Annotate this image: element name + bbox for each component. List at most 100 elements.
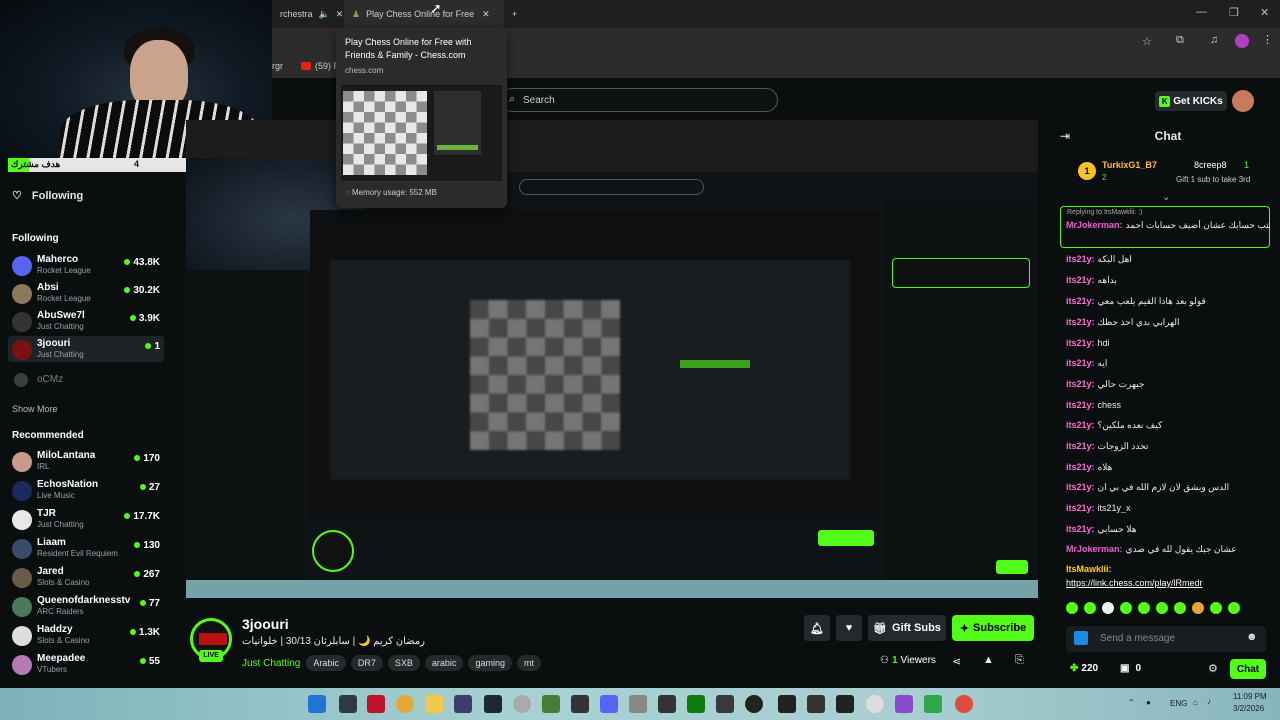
menu-icon[interactable]: ⋮ [1262,33,1273,46]
sidebar-following-nav[interactable]: ♡ Following [12,189,83,203]
app-icon[interactable] [895,695,913,713]
app-icon[interactable] [542,695,560,713]
chat-username[interactable]: its21y: [1066,338,1095,348]
kick-points[interactable]: ✤ 220 [1070,663,1098,674]
clock-time[interactable]: 11:09 PM [1233,692,1267,701]
app-icon[interactable] [716,695,734,713]
report-icon[interactable]: ▲ [983,654,994,666]
expand-leaderboard-icon[interactable]: ⌄ [1162,192,1170,203]
show-more-link[interactable]: Show More [12,404,58,414]
tray-icon[interactable]: ● [1146,698,1151,707]
tag-dr7[interactable]: DR7 [350,655,383,671]
volume-icon[interactable]: ♪ [1207,697,1211,706]
app-icon[interactable] [658,695,676,713]
app-icon[interactable] [571,695,589,713]
tab-orchestra[interactable]: rchestra 🔈 ✕ [272,0,343,28]
app-icon[interactable] [513,695,531,713]
sidebar-item-echosnation[interactable]: EchosNation Live Music 27 [12,477,164,503]
chat-username[interactable]: its21y: [1066,275,1095,285]
emote-icon[interactable] [1210,602,1222,614]
profile-icon[interactable] [1235,34,1249,48]
chat-username[interactable]: its21y: [1066,379,1095,389]
extensions-icon[interactable]: ⧉ [1176,34,1184,47]
emote-icon[interactable] [1192,602,1204,614]
channel-title[interactable]: 3joouri [242,616,289,632]
chat-input[interactable]: Send a message ☻ [1066,626,1266,652]
clock-date[interactable]: 3/2/2026 [1233,704,1264,713]
unreal-icon[interactable] [866,695,884,713]
chat-username[interactable]: its21y: [1066,317,1095,327]
tag-mt[interactable]: mt [516,655,541,671]
notification-bell-button[interactable]: 🔔︎ [804,615,830,641]
game-icon[interactable] [454,695,472,713]
chat-username[interactable]: MrJokerman: [1066,220,1123,230]
xbox-icon[interactable] [687,695,705,713]
chat-username[interactable]: its21y: [1066,524,1095,534]
tag-arabic[interactable]: Arabic [306,655,346,671]
chat-username[interactable]: its21y: [1066,482,1095,492]
tag-gaming[interactable]: gaming [468,655,512,671]
leaderboard-first[interactable]: TurkixG1_B7 [1102,160,1157,170]
sidebar-item-liaam[interactable]: Liaam Resident Evil Requiem 130 [12,535,164,561]
tiktok-icon[interactable] [367,695,385,713]
app-icon[interactable] [745,695,763,713]
media-icon[interactable]: ♫ [1210,34,1218,46]
chat-username[interactable]: its21y: [1066,296,1095,306]
chat-settings-icon[interactable]: ⚙ [1208,662,1218,675]
bookmark-star-icon[interactable]: ☆ [1142,35,1152,48]
chat-username[interactable]: its21y: [1066,441,1095,451]
steam-icon[interactable] [484,695,502,713]
chat-username[interactable]: its21y: [1066,420,1095,430]
restore-icon[interactable]: ❐ [1229,6,1239,19]
sidebar-item-milolantana[interactable]: MiloLantana IRL 170 [12,448,164,474]
sidebar-item-jared[interactable]: Jared Slots & Casino 267 [12,564,164,590]
app-icon[interactable] [924,695,942,713]
chat-username[interactable]: its21y: [1066,400,1095,410]
emote-icon[interactable] [1084,602,1096,614]
follow-button[interactable]: ♥ [836,615,862,641]
tag-arabic-lower[interactable]: arabic [424,655,464,671]
leaderboard-second[interactable]: 8creep8 [1194,160,1227,170]
language-indicator[interactable]: ENG [1170,699,1187,708]
emote-icon[interactable] [1120,602,1132,614]
chat-send-button[interactable]: Chat [1230,659,1266,679]
chat-username[interactable]: MrJokerman: [1066,544,1123,554]
file-explorer-icon[interactable] [425,695,443,713]
close-window-icon[interactable]: ✕ [1260,6,1269,19]
epic-games-icon[interactable] [778,695,796,713]
chat-username[interactable]: its21y: [1066,503,1095,513]
video-player[interactable] [186,120,1038,598]
clip-icon[interactable]: ⎘ [1015,654,1024,667]
get-kicks-button[interactable]: K Get KICKs [1155,91,1227,111]
tray-chevron-icon[interactable]: ⌃ [1128,698,1135,707]
app-icon[interactable] [836,695,854,713]
chat-username[interactable]: its21y: [1066,462,1095,472]
chat-username[interactable]: its21y: [1066,254,1095,264]
sidebar-item-absi[interactable]: Absi Rocket League 30.2K [12,280,164,306]
emote-icon[interactable] [1156,602,1168,614]
start-icon[interactable] [308,695,326,713]
app-icon[interactable] [629,695,647,713]
sidebar-item-maherco[interactable]: Maherco Rocket League 43.8K [12,252,164,278]
chrome-active-icon[interactable] [955,695,973,713]
chrome-icon[interactable] [396,695,414,713]
emote-icon[interactable] [1066,602,1078,614]
gift-subs-button[interactable]: 🎁︎ Gift Subs [868,615,946,641]
sidebar-item-3joouri[interactable]: 3joouri Just Chatting 1 [8,336,164,362]
chat-username[interactable]: ItsMawklii: [1066,564,1112,574]
sidebar-item-meepadee[interactable]: Meepadee VTubers 55 [12,651,164,677]
chat-link[interactable]: https://link.chess.com/play/lRmedr [1066,578,1203,588]
tab-chess[interactable]: ♟ Play Chess Online for Free with ✕ [344,0,504,28]
chat-username[interactable]: its21y: [1066,358,1095,368]
minimize-icon[interactable]: — [1196,6,1207,18]
discord-icon[interactable] [600,695,618,713]
sidebar-item-haddzy[interactable]: Haddzy Slots & Casino 1.3K [12,622,164,648]
category-link[interactable]: Just Chatting [242,658,300,669]
app-icon[interactable] [807,695,825,713]
task-view-icon[interactable] [339,695,357,713]
user-avatar[interactable] [1232,90,1254,112]
sidebar-item-tjr[interactable]: TJR Just Chatting 17.7K [12,506,164,532]
search-input[interactable]: ⌕ Search [500,88,778,112]
emote-icon[interactable] [1102,602,1114,614]
subscribe-button[interactable]: ✦ Subscribe [952,615,1034,641]
